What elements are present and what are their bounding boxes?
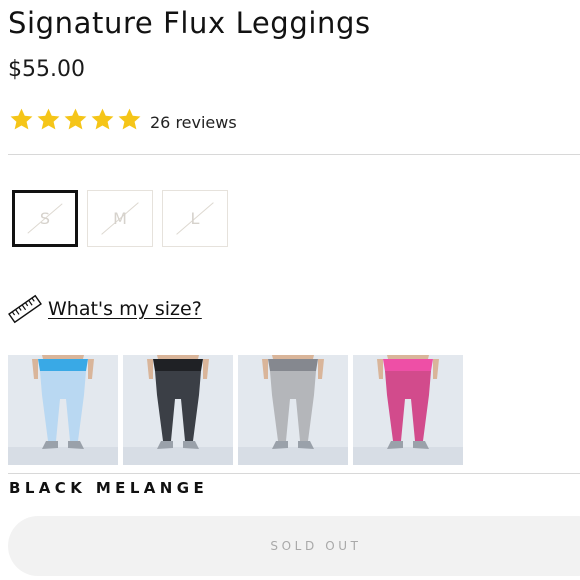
size-guide-link[interactable]: What's my size? xyxy=(48,298,202,320)
size-option-l[interactable]: L xyxy=(162,190,228,247)
color-swatches xyxy=(8,355,463,465)
star-icon xyxy=(91,108,114,129)
color-swatch-pink[interactable] xyxy=(353,355,463,465)
legging-thumbnail-image xyxy=(123,355,233,465)
size-guide[interactable]: What's my size? xyxy=(8,292,202,326)
product-price: $55.00 xyxy=(8,57,85,82)
color-swatch-light-blue[interactable] xyxy=(8,355,118,465)
color-swatch-grey[interactable] xyxy=(238,355,348,465)
ruler-icon xyxy=(8,294,42,324)
legging-thumbnail-image xyxy=(8,355,118,465)
size-selector: SML xyxy=(12,190,228,247)
divider xyxy=(8,473,580,474)
legging-thumbnail-image xyxy=(353,355,463,465)
size-label: L xyxy=(190,209,200,228)
product-rating[interactable]: 26 reviews xyxy=(9,104,237,134)
sold-out-button[interactable]: SOLD OUT xyxy=(8,516,580,576)
star-icon xyxy=(10,108,33,129)
size-label: M xyxy=(113,209,127,228)
size-option-m[interactable]: M xyxy=(87,190,153,247)
star-rating xyxy=(9,107,142,132)
sold-out-label: SOLD OUT xyxy=(270,539,362,553)
color-swatch-black-melange[interactable] xyxy=(123,355,233,465)
divider xyxy=(8,154,580,155)
selected-color-label: BLACK MELANGE xyxy=(9,479,209,497)
size-label: S xyxy=(39,209,51,228)
star-icon xyxy=(37,108,60,129)
size-option-s[interactable]: S xyxy=(12,190,78,247)
legging-thumbnail-image xyxy=(238,355,348,465)
product-title: Signature Flux Leggings xyxy=(8,6,371,40)
star-icon xyxy=(64,108,87,129)
star-icon xyxy=(118,108,141,129)
reviews-count-link[interactable]: 26 reviews xyxy=(150,107,237,132)
